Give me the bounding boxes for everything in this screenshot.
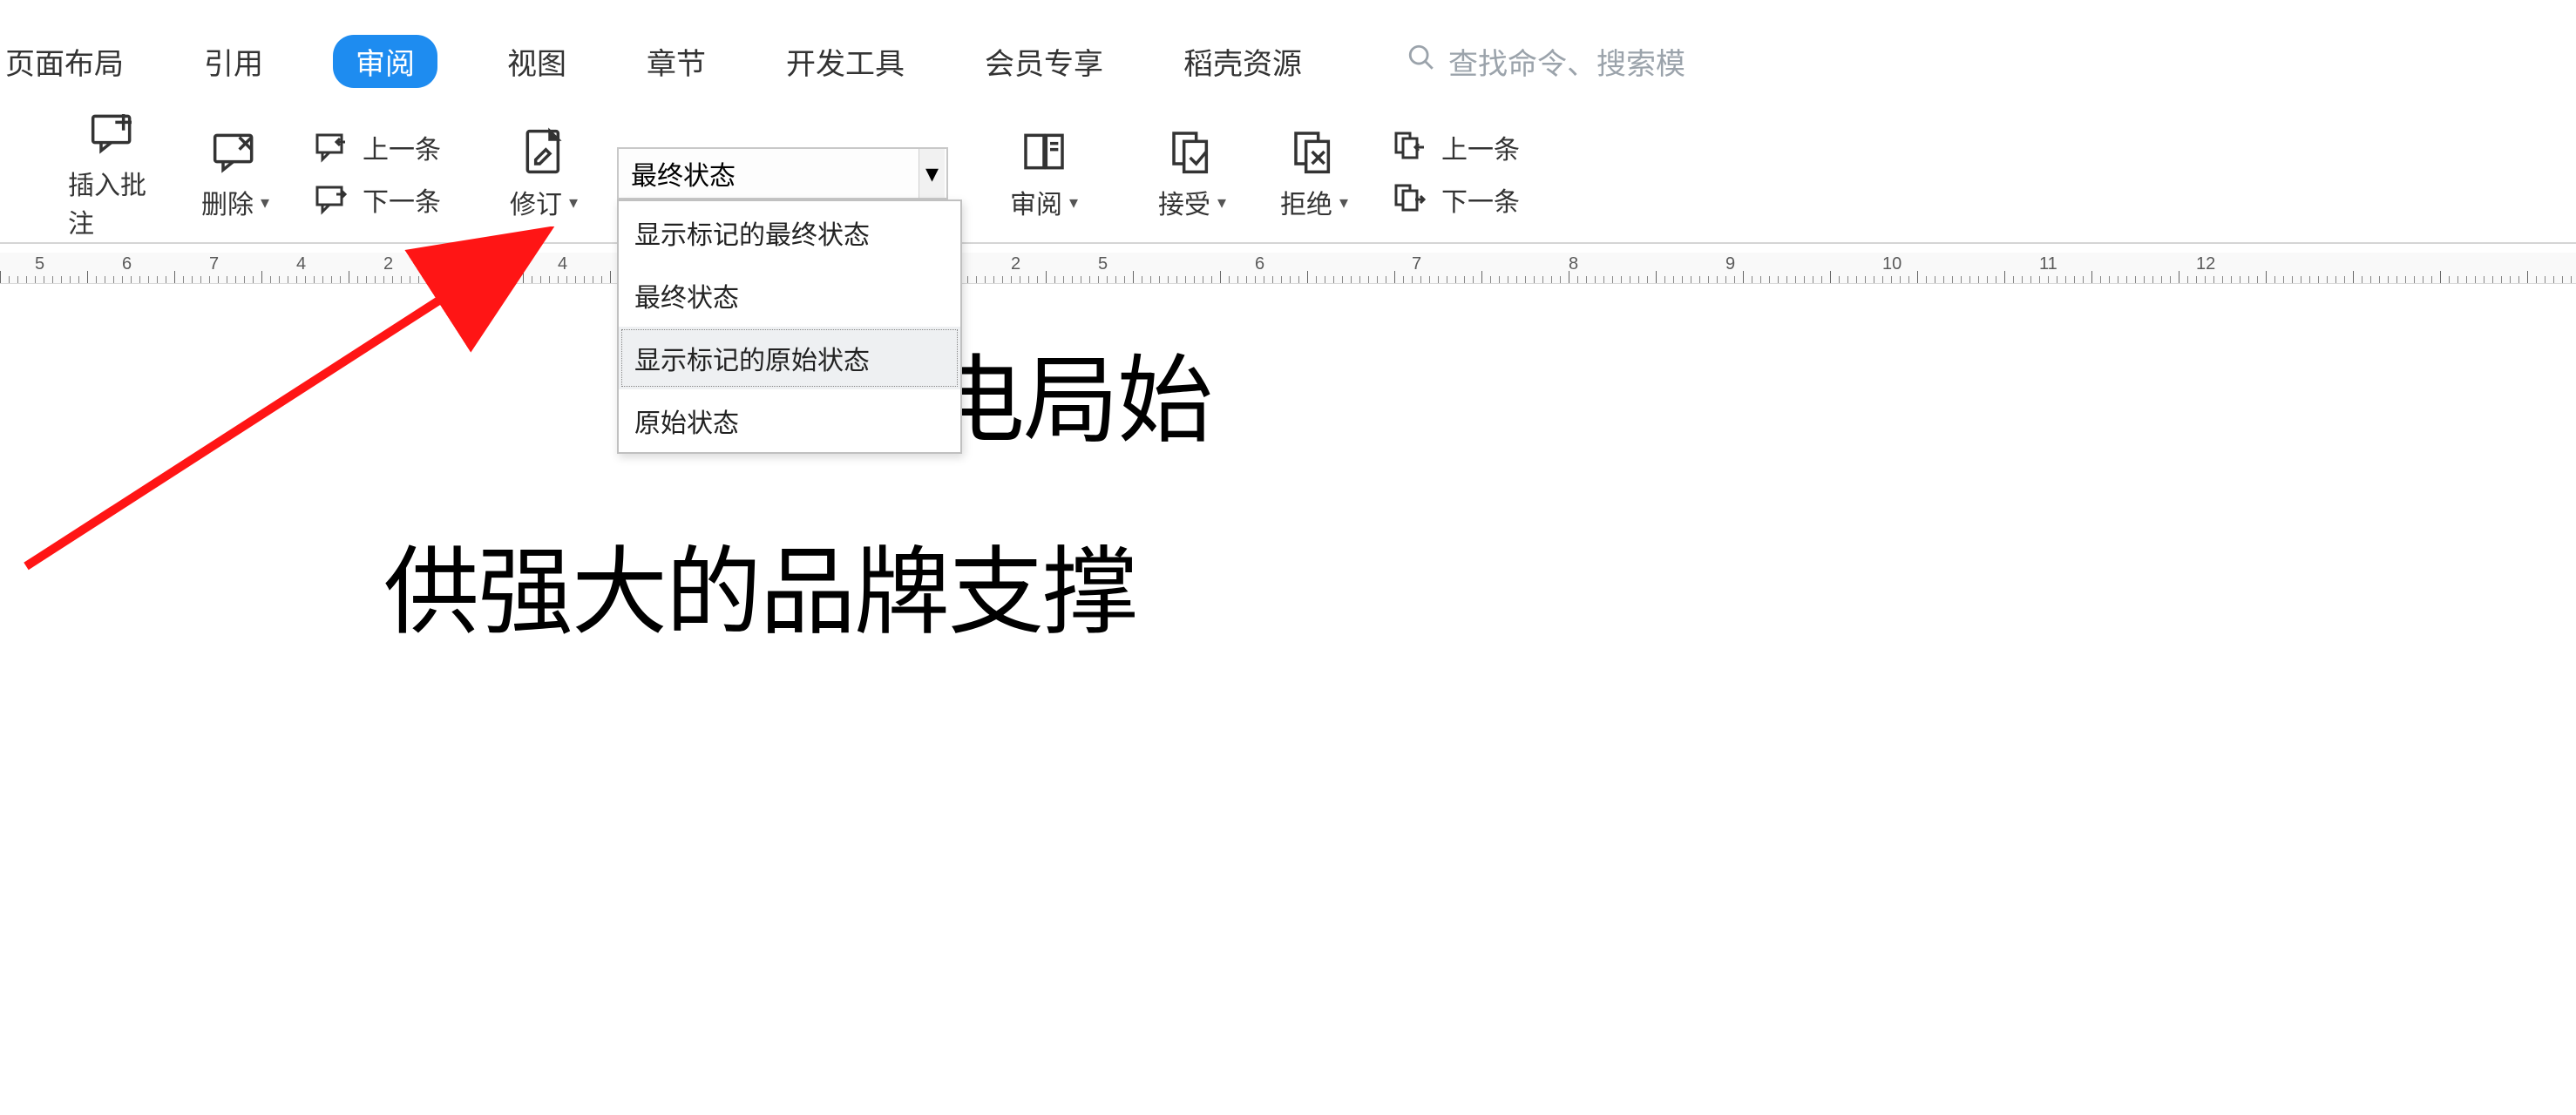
- horizontal-ruler[interactable]: 56742341256789101112: [0, 253, 2576, 284]
- search-area[interactable]: 查找命令、搜索模: [1407, 40, 1685, 83]
- ribbon: 插入批注 删除▾ 上一条: [0, 105, 2576, 244]
- tab-resources[interactable]: 稻壳资源: [1173, 35, 1312, 88]
- track-changes-icon: [518, 125, 570, 178]
- ruler-number: 12: [2196, 254, 2215, 274]
- insert-comment-label: 插入批注: [68, 164, 159, 240]
- prev-change-icon: [1391, 128, 1429, 166]
- combo-selected-text: 最终状态: [631, 154, 736, 193]
- ruler-number: 8: [1569, 254, 1578, 274]
- ruler-number: 2: [383, 254, 393, 274]
- tab-page-layout[interactable]: 页面布局: [0, 35, 134, 88]
- next-change-label: 下一条: [1441, 180, 1520, 219]
- tab-chapter[interactable]: 章节: [636, 35, 716, 88]
- comment-delete-icon: [209, 125, 261, 178]
- tab-references[interactable]: 引用: [193, 35, 274, 88]
- ruler-number: 4: [296, 254, 306, 274]
- accept-label: 接受▾: [1158, 183, 1226, 221]
- chevron-down-icon: ▾: [569, 192, 578, 213]
- search-icon: [1407, 43, 1436, 80]
- comment-add-icon: [87, 106, 139, 159]
- ruler-number: 7: [209, 254, 219, 274]
- chevron-down-icon: ▾: [261, 192, 269, 213]
- ruler-number: 11: [2039, 254, 2057, 274]
- next-change-icon: [1391, 180, 1429, 219]
- next-comment-label: 下一条: [363, 180, 441, 219]
- prev-comment-label: 上一条: [363, 128, 441, 166]
- ruler-number: 6: [1255, 254, 1264, 274]
- option-final[interactable]: 最终状态: [619, 264, 960, 327]
- tab-member[interactable]: 会员专享: [974, 35, 1114, 88]
- delete-comment-button[interactable]: 删除▾: [174, 105, 296, 242]
- review-button[interactable]: 审阅▾: [983, 105, 1105, 242]
- ruler-number: 2: [1011, 254, 1020, 274]
- next-comment-button[interactable]: 下一条: [312, 180, 441, 219]
- prev-change-button[interactable]: 上一条: [1391, 128, 1520, 166]
- option-final-markup[interactable]: 显示标记的最终状态: [619, 201, 960, 264]
- ruler-number: 6: [122, 254, 132, 274]
- review-panel-icon: [1018, 125, 1070, 178]
- next-change-button[interactable]: 下一条: [1391, 180, 1520, 219]
- ribbon-tabs: 页面布局 引用 审阅 视图 章节 开发工具 会员专享 稻壳资源 查找命令、搜索模: [0, 35, 2576, 87]
- ruler-number: 9: [1725, 254, 1735, 274]
- review-label: 审阅▾: [1010, 183, 1078, 221]
- chevron-down-icon: ▾: [919, 149, 945, 198]
- ruler-number: 10: [1882, 254, 1901, 274]
- display-for-review-selected[interactable]: 最终状态 ▾: [617, 147, 948, 199]
- prev-comment-button[interactable]: 上一条: [312, 128, 441, 166]
- document-text-line: 供强大的品牌支撑: [383, 514, 1136, 653]
- search-placeholder: 查找命令、搜索模: [1448, 40, 1685, 83]
- next-comment-icon: [312, 180, 350, 219]
- track-changes-label: 修订▾: [510, 183, 578, 221]
- ruler-number: 7: [1412, 254, 1421, 274]
- tab-developer[interactable]: 开发工具: [776, 35, 915, 88]
- track-changes-button[interactable]: 修订▾: [483, 105, 605, 242]
- tab-view[interactable]: 视图: [497, 35, 577, 88]
- display-for-review-dropdown: 显示标记的最终状态 最终状态 显示标记的原始状态 原始状态: [617, 199, 962, 454]
- change-nav-group: 上一条 下一条: [1375, 105, 1535, 242]
- reject-label: 拒绝▾: [1280, 183, 1348, 221]
- ruler-number: 4: [558, 254, 567, 274]
- option-original-markup[interactable]: 显示标记的原始状态: [619, 327, 960, 389]
- ruler-number: 5: [35, 254, 44, 274]
- ruler-number: 3: [471, 254, 480, 274]
- chevron-down-icon: ▾: [1217, 192, 1226, 213]
- prev-change-label: 上一条: [1441, 128, 1520, 166]
- chevron-down-icon: ▾: [1339, 192, 1348, 213]
- ruler-number: 5: [1098, 254, 1108, 274]
- chevron-down-icon: ▾: [1069, 192, 1078, 213]
- reject-button[interactable]: 拒绝▾: [1253, 105, 1375, 242]
- delete-comment-label: 删除▾: [201, 183, 269, 221]
- insert-comment-button[interactable]: 插入批注: [52, 105, 174, 242]
- option-original[interactable]: 原始状态: [619, 389, 960, 452]
- tab-review[interactable]: 审阅: [333, 35, 437, 88]
- reject-icon: [1288, 125, 1340, 178]
- comment-nav-group: 上一条 下一条: [296, 105, 457, 242]
- accept-icon: [1166, 125, 1218, 178]
- prev-comment-icon: [312, 128, 350, 166]
- accept-button[interactable]: 接受▾: [1131, 105, 1253, 242]
- display-for-review-combo: 最终状态 ▾ 显示标记的最终状态 最终状态 显示标记的原始状态 原始状态: [617, 147, 948, 199]
- document-area[interactable]: 州供电局始 供强大的品牌支撑: [0, 287, 2576, 1115]
